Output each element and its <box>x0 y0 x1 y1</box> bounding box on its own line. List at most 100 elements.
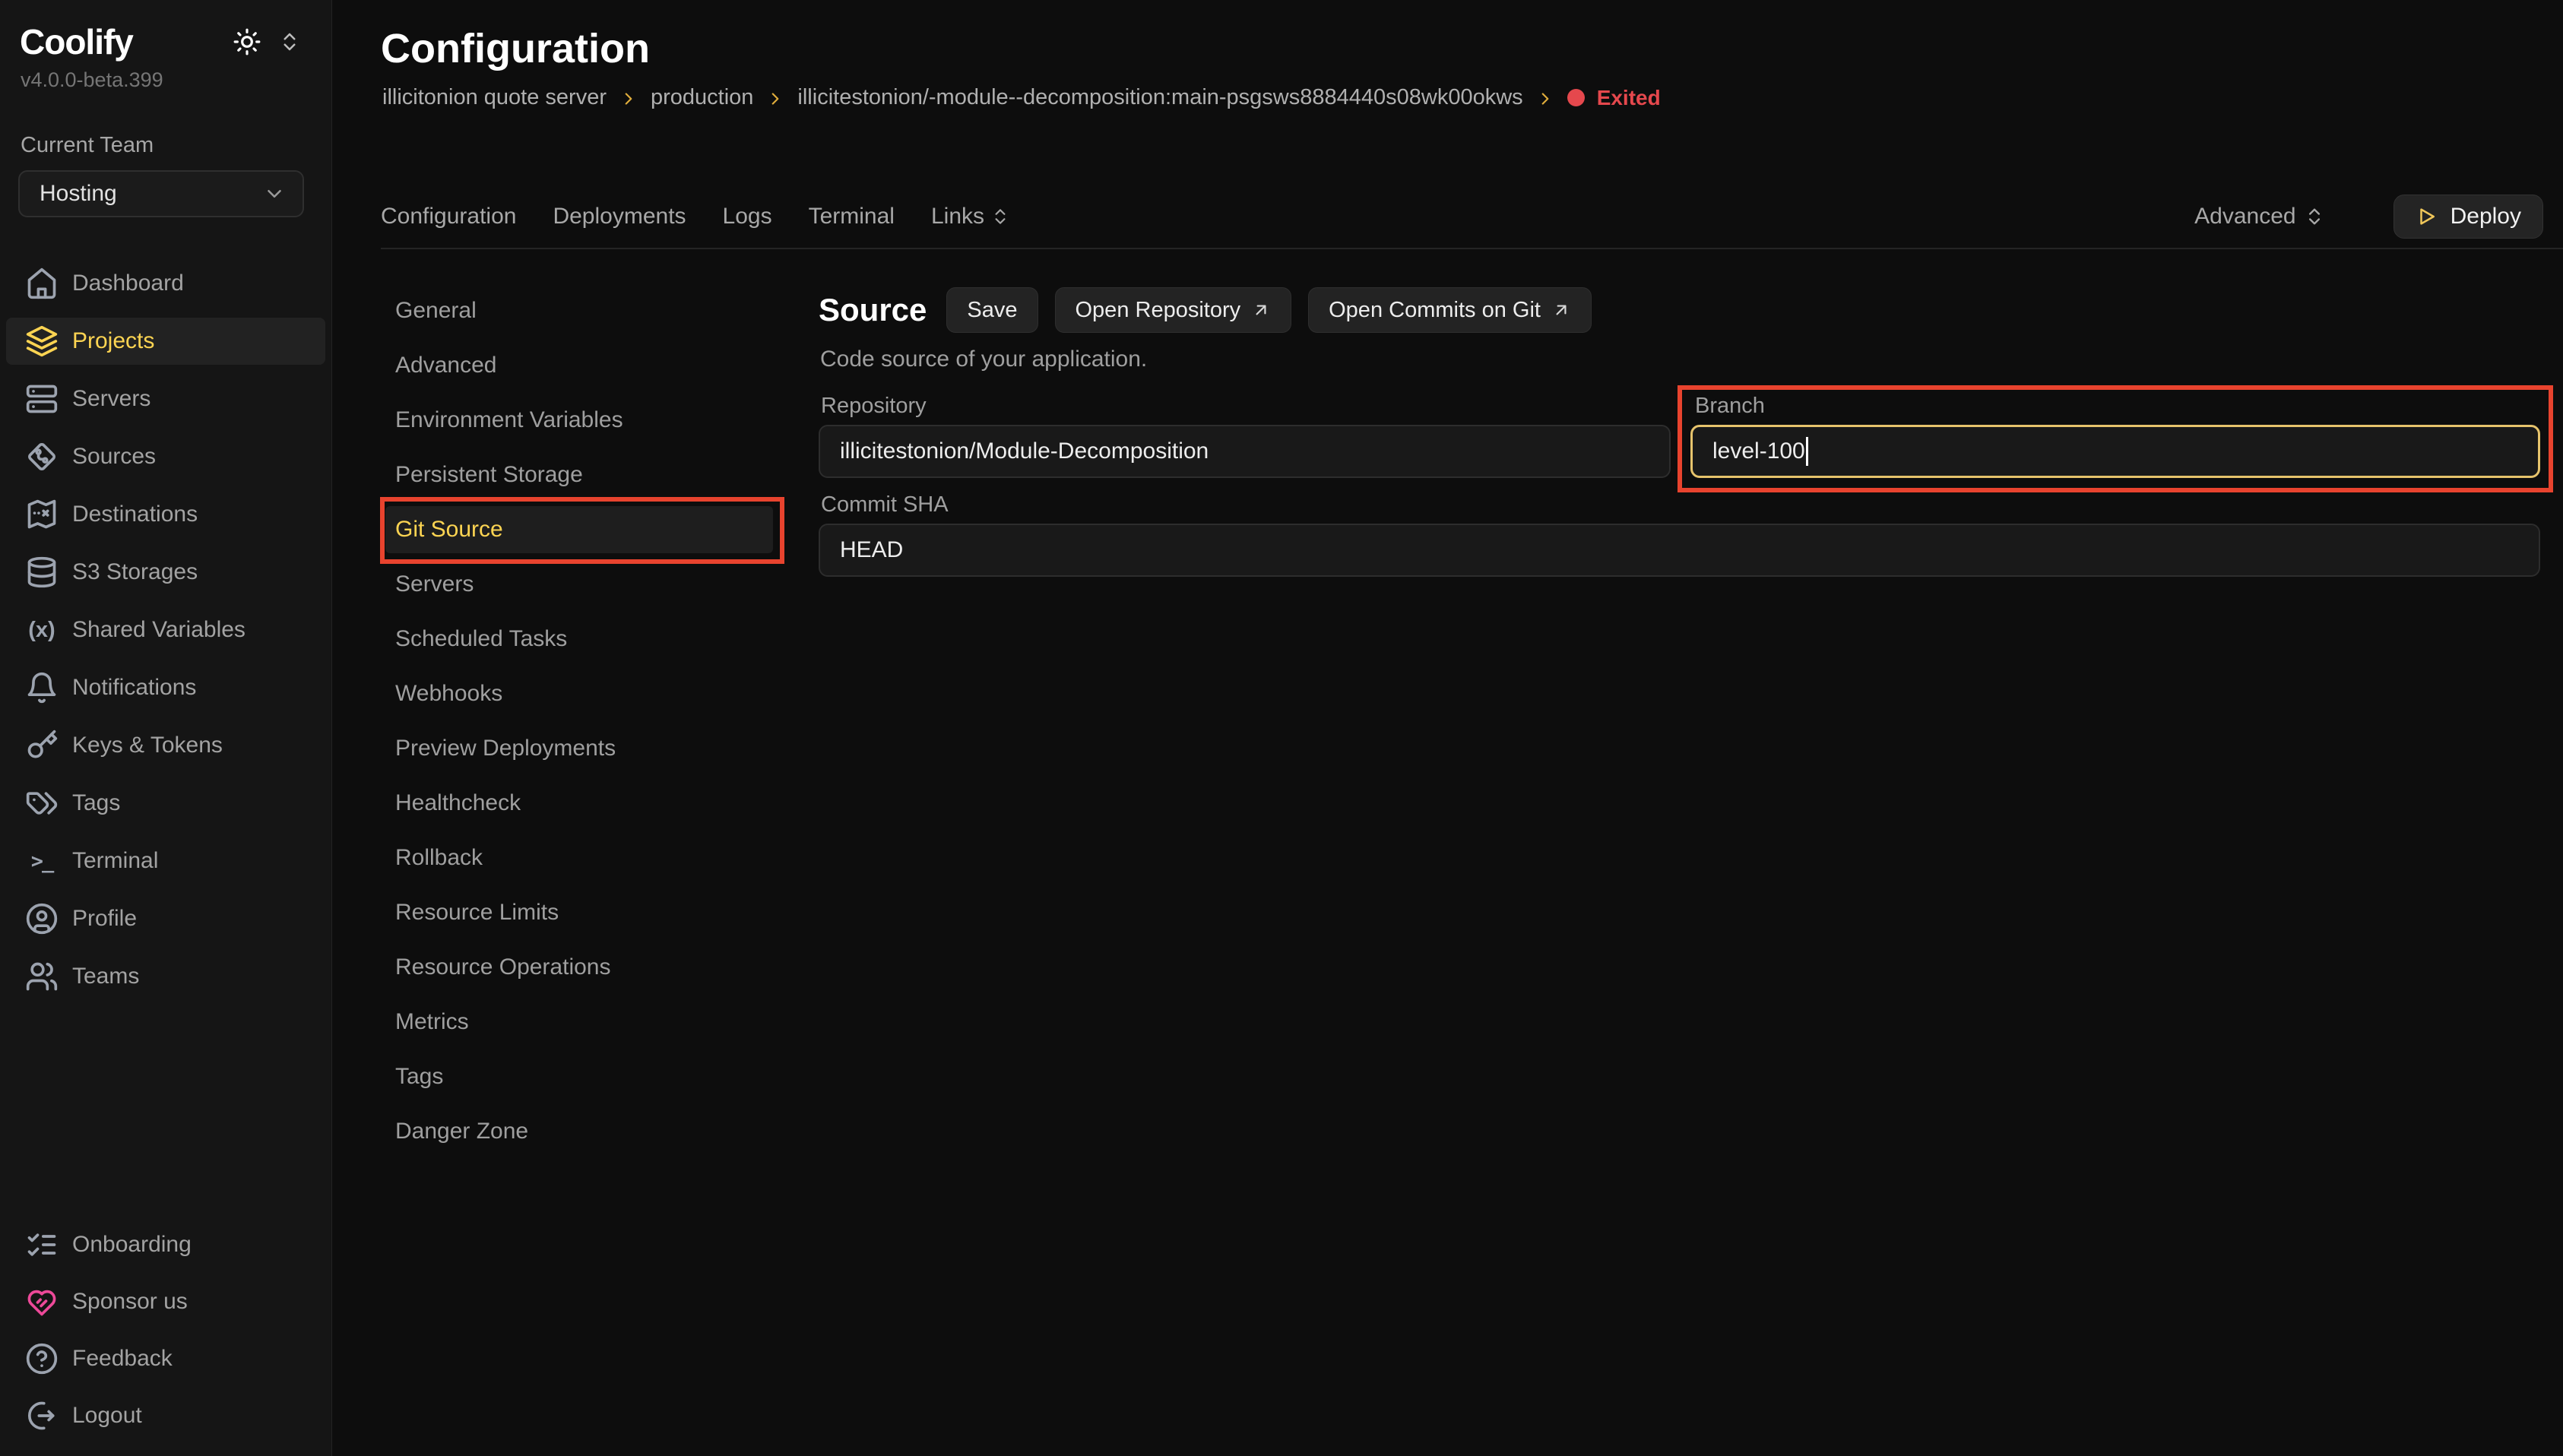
branch-label: Branch <box>1695 394 1765 419</box>
tab-terminal[interactable]: Terminal <box>809 204 895 229</box>
sidebar-item-destinations[interactable]: Destinations <box>6 491 325 538</box>
chevron-right-icon <box>619 89 638 109</box>
subnav-item-scheduled-tasks[interactable]: Scheduled Tasks <box>385 616 773 663</box>
sidebar-item-teams[interactable]: Teams <box>6 953 325 1000</box>
terminal-icon: >_ <box>25 844 59 878</box>
logo-row: Coolify <box>0 0 331 62</box>
sidebar-item-s3-storages[interactable]: S3 Storages <box>6 549 325 596</box>
chevrons-up-down-button[interactable] <box>278 30 301 53</box>
subnav-item-healthcheck[interactable]: Healthcheck <box>385 780 773 827</box>
repository-input[interactable]: illicitestonion/Module-Decomposition <box>819 425 1671 478</box>
repository-value: illicitestonion/Module-Decomposition <box>840 438 1209 464</box>
sidebar-item-sponsor-us[interactable]: Sponsor us <box>6 1278 325 1325</box>
subnav-item-resource-limits[interactable]: Resource Limits <box>385 889 773 936</box>
tabs: Configuration Deployments Logs Terminal Link… <box>381 204 1010 229</box>
subnav-item-general[interactable]: General <box>385 287 773 334</box>
chevron-right-icon <box>765 89 785 109</box>
breadcrumb-item[interactable]: illicitestonion/-module--decomposition:m… <box>797 85 1522 110</box>
sidebar-item-onboarding[interactable]: Onboarding <box>6 1221 325 1268</box>
sidebar-item-label: Servers <box>72 386 150 412</box>
tags-icon <box>25 787 59 820</box>
layers-icon <box>25 324 59 358</box>
sidebar-item-dashboard[interactable]: Dashboard <box>6 260 325 307</box>
tab-label: Logs <box>723 204 772 229</box>
tab-label: Deployments <box>553 204 686 229</box>
team-select-value: Hosting <box>40 181 263 207</box>
sun-icon <box>233 27 261 56</box>
subnav-item-git-source[interactable]: Git Source <box>385 506 773 553</box>
home-icon <box>25 267 59 300</box>
sidebar-item-notifications[interactable]: Notifications <box>6 664 325 711</box>
sidebar-item-label: Terminal <box>72 848 158 874</box>
source-heading: Source <box>819 292 927 328</box>
status-dot <box>1567 89 1585 106</box>
commit-sha-input[interactable]: HEAD <box>819 524 2540 577</box>
theme-toggle-button[interactable] <box>233 27 261 56</box>
users-icon <box>25 960 59 993</box>
key-icon <box>25 729 59 762</box>
sidebar-item-label: Logout <box>72 1403 142 1429</box>
subnav-item-persistent-storage[interactable]: Persistent Storage <box>385 451 773 499</box>
sidebar-item-projects[interactable]: Projects <box>6 318 325 365</box>
sidebar-item-logout[interactable]: Logout <box>6 1392 325 1439</box>
save-button[interactable]: Save <box>946 287 1038 333</box>
sidebar-item-tags[interactable]: Tags <box>6 780 325 827</box>
user-circle-icon <box>25 902 59 935</box>
sidebar-item-label: S3 Storages <box>72 559 198 585</box>
chevron-down-icon <box>263 182 286 205</box>
tab-logs[interactable]: Logs <box>723 204 772 229</box>
open-repository-label: Open Repository <box>1076 298 1241 323</box>
current-team-label: Current Team <box>0 92 331 158</box>
text-caret <box>1806 437 1808 466</box>
subnav-item-danger-zone[interactable]: Danger Zone <box>385 1108 773 1155</box>
chevrons-up-down-icon <box>278 30 301 53</box>
database-icon <box>25 555 59 589</box>
config-subnav: General Advanced Environment Variables Pers… <box>385 287 773 1163</box>
chevron-right-icon <box>1535 89 1555 109</box>
sidebar-item-label: Profile <box>72 906 137 932</box>
bell-icon <box>25 671 59 704</box>
breadcrumb-item[interactable]: production <box>651 85 753 110</box>
deploy-button[interactable]: Deploy <box>2394 195 2543 239</box>
open-commits-label: Open Commits on Git <box>1329 298 1541 323</box>
sidebar-item-label: Notifications <box>72 675 196 701</box>
list-checks-icon <box>25 1228 59 1261</box>
advanced-dropdown[interactable]: Advanced <box>2194 204 2324 229</box>
sidebar-item-keys-tokens[interactable]: Keys & Tokens <box>6 722 325 769</box>
sidebar-item-label: Dashboard <box>72 271 184 296</box>
sidebar-item-profile[interactable]: Profile <box>6 895 325 942</box>
tab-label: Terminal <box>809 204 895 229</box>
team-select[interactable]: Hosting <box>18 170 304 217</box>
subnav-item-tags[interactable]: Tags <box>385 1053 773 1100</box>
subnav-item-metrics[interactable]: Metrics <box>385 999 773 1046</box>
subnav-item-resource-operations[interactable]: Resource Operations <box>385 944 773 991</box>
braces-x-icon: (x) <box>25 613 59 647</box>
source-section: Source Save Open Repository Open Commits… <box>819 287 2540 606</box>
source-description: Code source of your application. <box>820 347 1147 372</box>
sidebar-item-feedback[interactable]: Feedback <box>6 1335 325 1382</box>
sidebar-item-shared-variables[interactable]: (x) Shared Variables <box>6 606 325 654</box>
subnav-item-rollback[interactable]: Rollback <box>385 834 773 882</box>
subnav-item-preview-deployments[interactable]: Preview Deployments <box>385 725 773 772</box>
subnav-item-servers[interactable]: Servers <box>385 561 773 608</box>
advanced-label: Advanced <box>2194 204 2295 229</box>
app-logo: Coolify <box>20 21 233 62</box>
tab-deployments[interactable]: Deployments <box>553 204 686 229</box>
sidebar-item-servers[interactable]: Servers <box>6 375 325 423</box>
sidebar-item-label: Shared Variables <box>72 617 246 643</box>
subnav-item-webhooks[interactable]: Webhooks <box>385 670 773 717</box>
tab-configuration[interactable]: Configuration <box>381 204 516 229</box>
status-badge: Exited <box>1597 86 1661 110</box>
tab-links[interactable]: Links <box>931 204 1010 229</box>
open-repository-button[interactable]: Open Repository <box>1055 287 1292 333</box>
breadcrumb-item[interactable]: illicitonion quote server <box>382 85 607 110</box>
subnav-item-environment-variables[interactable]: Environment Variables <box>385 397 773 444</box>
main-content: Configuration illicitonion quote server p… <box>332 0 2563 1456</box>
sidebar-item-sources[interactable]: Sources <box>6 433 325 480</box>
branch-input[interactable]: level-100 <box>1690 425 2540 478</box>
deploy-label: Deploy <box>2451 204 2521 229</box>
sidebar-item-terminal[interactable]: >_ Terminal <box>6 837 325 885</box>
subnav-item-advanced[interactable]: Advanced <box>385 342 773 389</box>
open-commits-button[interactable]: Open Commits on Git <box>1308 287 1592 333</box>
source-header: Source Save Open Repository Open Commits… <box>819 287 1592 333</box>
